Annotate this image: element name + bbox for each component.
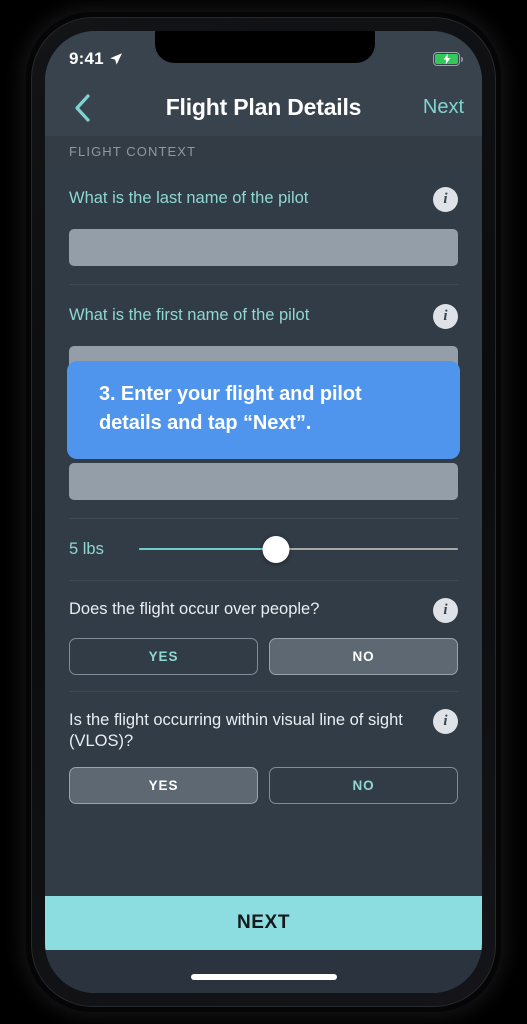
field-row-takeoff-weight: 5 lbs bbox=[45, 518, 482, 580]
charging-bolt-icon bbox=[443, 53, 450, 65]
location-arrow-icon bbox=[110, 53, 122, 65]
pilot-last-name-input[interactable] bbox=[69, 229, 458, 266]
info-icon[interactable]: i bbox=[433, 304, 458, 329]
vlos-no-button[interactable]: NO bbox=[269, 767, 458, 805]
vlos-yes-button[interactable]: YES bbox=[69, 767, 258, 805]
battery-charging-icon bbox=[433, 52, 464, 66]
question-label: Does the flight occur over people? bbox=[69, 600, 320, 618]
status-bar-right bbox=[433, 52, 464, 66]
status-bar-left: 9:41 bbox=[69, 49, 123, 69]
info-icon[interactable]: i bbox=[433, 598, 458, 623]
navigation-bar: Flight Plan Details Next bbox=[45, 79, 482, 136]
chevron-left-icon bbox=[74, 93, 90, 122]
status-bar-time: 9:41 bbox=[69, 49, 104, 68]
weight-slider[interactable] bbox=[139, 535, 458, 563]
slider-thumb[interactable] bbox=[262, 535, 290, 563]
next-button-label: NEXT bbox=[236, 912, 291, 933]
weight-slider-value: 5 lbs bbox=[69, 539, 104, 558]
phone-screen: 9:41 Flight Plan Details Next FLIGHT CON… bbox=[45, 31, 482, 993]
next-link[interactable]: Next bbox=[423, 79, 464, 136]
field-row-flight-over-people: Does the flight occur over people? i YES… bbox=[45, 580, 482, 691]
info-icon[interactable]: i bbox=[433, 709, 458, 734]
question-label: Is the flight occurring within visual li… bbox=[69, 711, 403, 751]
field-row-flight-within-vlos: Is the flight occurring within visual li… bbox=[45, 691, 482, 820]
weight-slider-row: 5 lbs bbox=[69, 532, 458, 566]
back-button[interactable] bbox=[59, 79, 105, 136]
yes-no-group: YES NO bbox=[69, 638, 458, 675]
question-line: Does the flight occur over people? i bbox=[69, 597, 458, 623]
home-indicator[interactable] bbox=[190, 974, 337, 980]
section-header-label: FLIGHT CONTEXT bbox=[69, 144, 197, 159]
question-label: What is the last name of the pilot bbox=[69, 189, 309, 207]
info-icon[interactable]: i bbox=[433, 187, 458, 212]
over-people-no-button[interactable]: NO bbox=[269, 638, 458, 675]
question-label: What is the first name of the pilot bbox=[69, 306, 310, 324]
question-line: What is the last name of the pilot i bbox=[69, 186, 458, 212]
slider-track-fill bbox=[139, 547, 277, 551]
field-row-pilot-last-name: What is the last name of the pilot i bbox=[45, 167, 482, 284]
yes-no-group: YES NO bbox=[69, 767, 458, 805]
form-body: What is the last name of the pilot i Wha… bbox=[45, 167, 482, 993]
tooltip-line-1: 3. Enter your flight and pilot bbox=[99, 383, 362, 405]
question-line: Is the flight occurring within visual li… bbox=[69, 708, 458, 752]
page-title: Flight Plan Details bbox=[165, 94, 362, 120]
coach-mark-tooltip[interactable]: 3. Enter your flight and pilot details a… bbox=[67, 361, 460, 459]
over-people-yes-button[interactable]: YES bbox=[69, 638, 258, 675]
tooltip-line-2: details and tap “Next”. bbox=[99, 412, 312, 434]
pilot-phone-number-input[interactable] bbox=[69, 463, 458, 500]
question-line: What is the first name of the pilot i bbox=[69, 303, 458, 329]
next-button[interactable]: NEXT bbox=[45, 896, 482, 950]
display-notch bbox=[155, 31, 375, 63]
bottom-safe-area bbox=[45, 950, 482, 993]
screenshot-stage: 9:41 Flight Plan Details Next FLIGHT CON… bbox=[0, 0, 527, 1024]
battery-fill bbox=[435, 53, 458, 65]
section-header: FLIGHT CONTEXT bbox=[45, 136, 482, 167]
